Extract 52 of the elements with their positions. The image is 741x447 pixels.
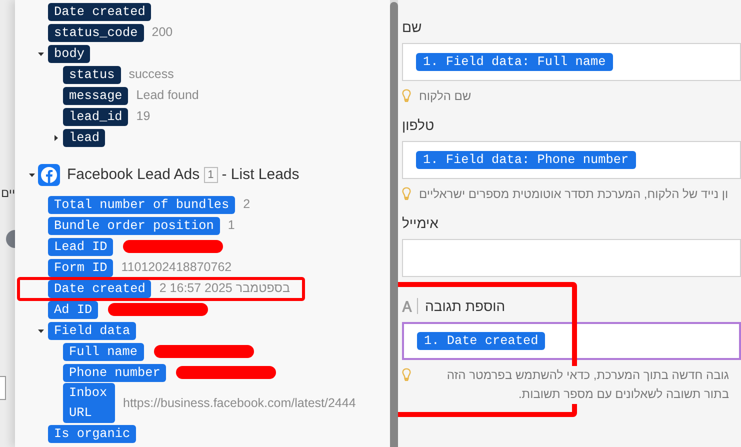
field-tag[interactable]: status_code (48, 24, 144, 42)
field-tag[interactable]: Phone number (63, 364, 166, 382)
field-tag[interactable]: Total number of bundles (48, 196, 236, 214)
field-tag[interactable]: Ad ID (48, 300, 98, 318)
caret-down-icon[interactable] (29, 172, 35, 178)
input-field[interactable] (402, 239, 741, 277)
field-value: 1101202418870762 (121, 259, 232, 276)
module-title: Facebook Lead Ads (67, 164, 200, 185)
field-value: 200 (152, 24, 173, 42)
mapped-token[interactable]: 1. Field data: Full name (416, 53, 613, 71)
field-value: success (128, 66, 174, 84)
field-value: https://business.facebook.com/latest/2444 (123, 394, 356, 412)
mapped-token[interactable]: 1. Field data: Phone number (416, 151, 636, 169)
scrollbar-thumb[interactable] (390, 2, 398, 447)
field-label: אימייל (402, 214, 438, 232)
field-tag[interactable]: status (63, 66, 121, 84)
field-label: שם (402, 18, 422, 36)
field-label: טלפון (402, 116, 434, 135)
field-tag[interactable]: Form ID (48, 258, 114, 276)
field-tag[interactable]: Field data (48, 322, 136, 340)
field-value: 2 (243, 196, 250, 214)
lightbulb-icon (402, 89, 411, 102)
field-value: 1 (228, 217, 235, 234)
field-value: Lead found (136, 87, 199, 104)
module-subtitle: - List Leads (222, 164, 300, 185)
field-tag[interactable]: Date created (48, 2, 152, 20)
caret-down-icon[interactable] (38, 50, 44, 56)
label-fragment: יים (1, 185, 15, 202)
field-tag[interactable]: lead_id (63, 108, 128, 126)
lightbulb-icon (402, 368, 411, 381)
field-tag[interactable]: Inbox URL (63, 383, 115, 423)
field-label: הוספת תגובה (425, 296, 506, 316)
caret-down-icon[interactable] (38, 328, 44, 334)
mapped-token[interactable]: 1. Date created (417, 332, 546, 350)
field-tag[interactable]: Is organic (48, 424, 136, 442)
lightbulb-icon (402, 187, 411, 200)
field-tag[interactable]: Date created (48, 280, 152, 298)
module-index: 1 (204, 167, 218, 183)
field-value: 2 16:57 2025 בספטמבר (159, 280, 290, 298)
field-tag[interactable]: body (48, 44, 90, 62)
facebook-icon (38, 164, 60, 186)
field-tag[interactable]: Bundle order position (48, 216, 220, 234)
input-field[interactable]: 1. Field data: Full name (402, 43, 741, 81)
field-tag[interactable]: lead (63, 128, 106, 146)
field-tag[interactable]: Lead ID (48, 238, 114, 256)
field-value: 19 (136, 108, 150, 126)
caret-right-icon[interactable] (53, 134, 59, 140)
input-field[interactable]: 1. Date created (402, 322, 741, 360)
input-field[interactable]: 1. Field data: Phone number (402, 141, 741, 179)
field-tag[interactable]: message (63, 86, 128, 104)
field-tag[interactable]: Full name (63, 342, 144, 360)
text-type-icon (402, 300, 412, 312)
